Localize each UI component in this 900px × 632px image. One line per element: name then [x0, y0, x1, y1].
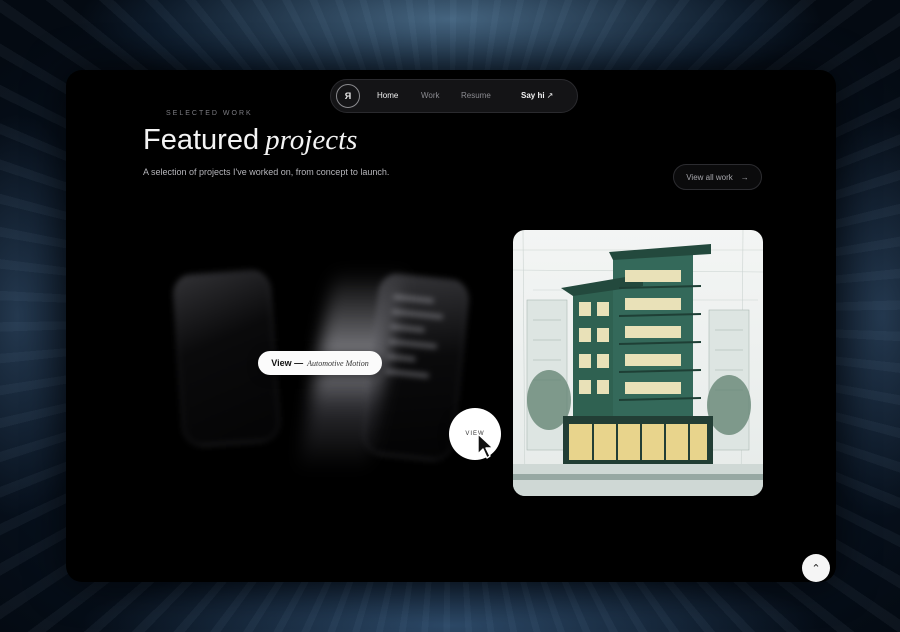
chevron-up-icon: ⌃	[811, 562, 821, 575]
logo-badge[interactable]: Я	[336, 84, 360, 108]
page-subtitle: A selection of projects I've worked on, …	[143, 167, 390, 177]
title-plain: Featured	[143, 124, 260, 156]
view-pill-project-name: Automotive Motion	[307, 358, 369, 368]
nav-resume-link[interactable]: Resume	[461, 91, 491, 100]
page-title: Featured projects	[143, 124, 357, 157]
top-nav: Я Home Work Resume Say hi ↗	[330, 79, 578, 113]
project-preview-automotive[interactable]	[166, 260, 476, 500]
arrow-up-right-icon: ↗	[546, 91, 554, 100]
title-italic: projects	[265, 124, 358, 156]
project-card-building[interactable]	[513, 230, 763, 496]
view-pill-lead: View —	[271, 358, 304, 368]
pointer-cursor-icon	[477, 433, 494, 459]
scroll-to-top-button[interactable]: ⌃	[802, 554, 830, 582]
say-hi-label: Say hi	[521, 91, 545, 100]
view-project-pill[interactable]: View — Automotive Motion	[258, 351, 382, 375]
nav-work-link[interactable]: Work	[421, 91, 440, 100]
view-all-label: View all work	[686, 172, 733, 182]
building-illustration	[513, 230, 763, 496]
site-window: Я Home Work Resume Say hi ↗ SELECTED WORK…	[66, 70, 836, 582]
section-eyebrow: SELECTED WORK	[166, 110, 253, 117]
arrow-right-icon: →	[740, 172, 749, 182]
view-all-work-button[interactable]: View all work →	[673, 164, 762, 190]
nav-say-hi-link[interactable]: Say hi ↗	[521, 91, 553, 100]
nav-home-link[interactable]: Home	[377, 91, 398, 100]
